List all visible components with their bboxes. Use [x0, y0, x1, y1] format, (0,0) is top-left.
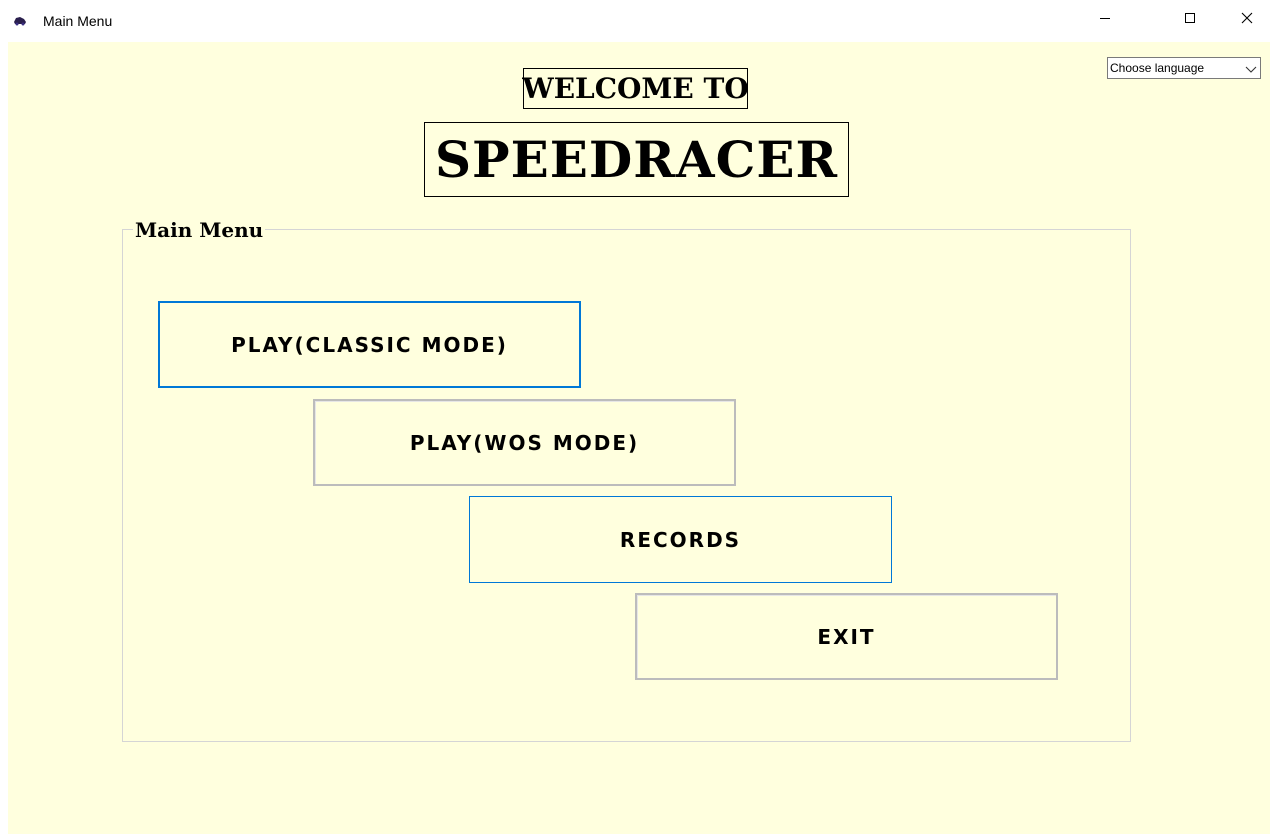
maximize-button[interactable]: [1167, 0, 1213, 40]
brand-title: SPEEDRACER: [424, 122, 849, 197]
close-button[interactable]: [1224, 0, 1270, 40]
chevron-down-icon: [1245, 63, 1257, 73]
records-button[interactable]: RECORDS: [469, 496, 892, 583]
exit-button[interactable]: EXIT: [635, 593, 1058, 680]
group-label: Main Menu: [133, 218, 266, 242]
car-icon: [13, 13, 27, 26]
close-icon: [1241, 11, 1253, 29]
window-title: Main Menu: [43, 13, 113, 29]
welcome-label: WELCOME TO: [522, 68, 749, 109]
play-wos-button[interactable]: PLAY(WOS MODE): [313, 399, 736, 486]
main-menu-window: Main Menu Choose language WELCOME TO SPE…: [0, 0, 1270, 834]
minimize-button[interactable]: [1082, 0, 1128, 40]
minimize-icon: [1099, 11, 1111, 29]
play-classic-button[interactable]: PLAY(CLASSIC MODE): [158, 301, 581, 388]
title-bar[interactable]: Main Menu: [0, 0, 1270, 40]
maximize-icon: [1184, 11, 1196, 29]
language-dropdown[interactable]: Choose language: [1107, 57, 1261, 79]
language-selected-value: Choose language: [1110, 61, 1205, 75]
client-area: Choose language WELCOME TO SPEEDRACER Ma…: [8, 42, 1270, 834]
